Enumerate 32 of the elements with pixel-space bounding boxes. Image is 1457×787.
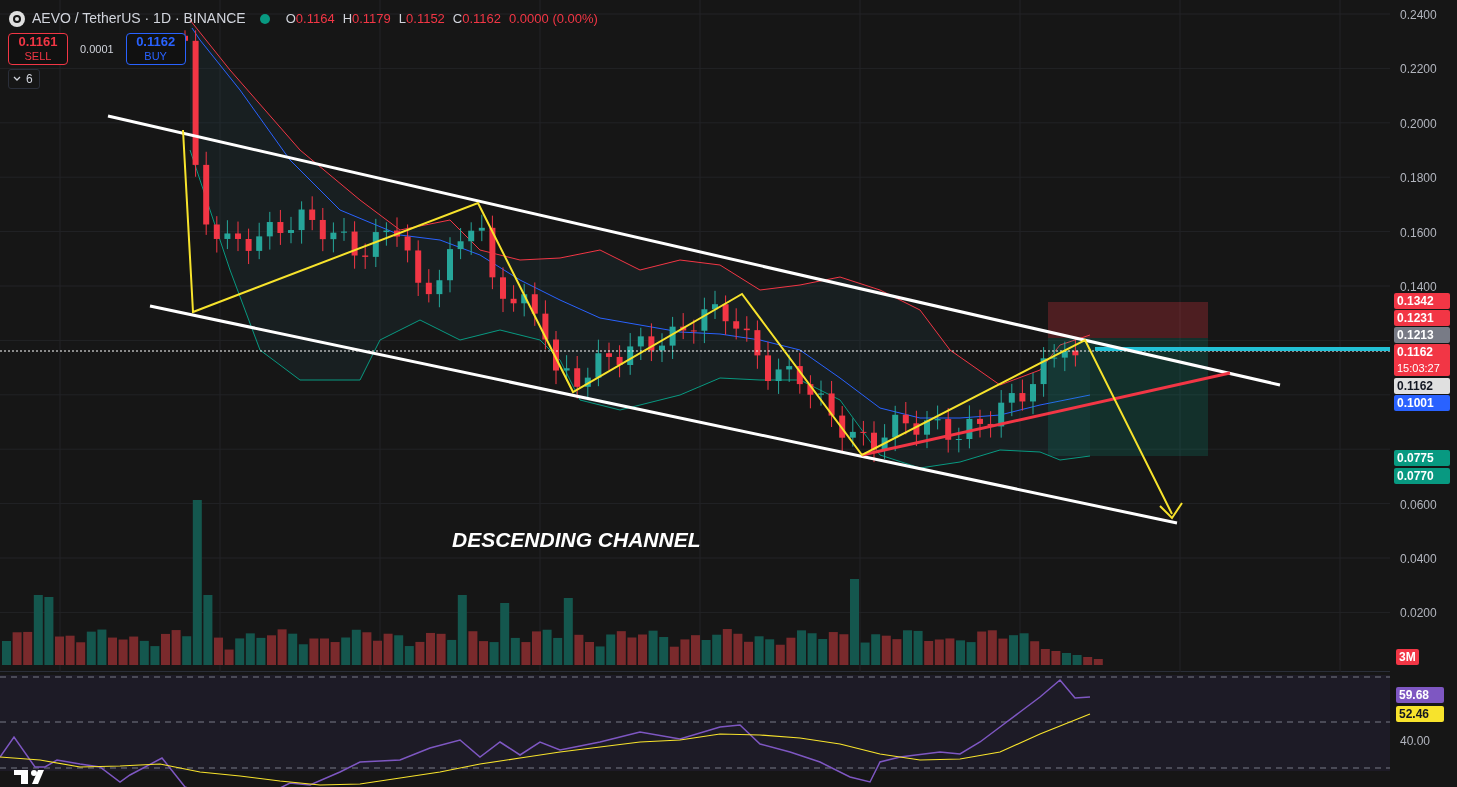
ohlc-value: H0.1179 bbox=[342, 9, 391, 28]
indicators-toggle[interactable]: 6 bbox=[8, 69, 40, 89]
price-badge: 0.1162 15:03:27 bbox=[1394, 344, 1450, 376]
price-badge: 0.0770 bbox=[1394, 468, 1450, 484]
price-axis-label: 0.0600 bbox=[1400, 496, 1437, 514]
price-badge: 0.1213 bbox=[1394, 327, 1450, 343]
rsi-axis-label: 40.00 bbox=[1400, 733, 1431, 750]
symbol-title[interactable]: AEVO / TetherUS · 1D · BINANCE bbox=[32, 8, 246, 29]
ohlc-value: O0.1164 bbox=[285, 9, 335, 28]
ohlc-value: C0.1162 bbox=[452, 9, 502, 28]
price-axis-label: 0.1600 bbox=[1400, 224, 1437, 242]
price-badge: 0.0775 bbox=[1394, 450, 1450, 466]
price-axis-label: 0.1800 bbox=[1400, 170, 1437, 188]
spread-value: 0.0001 bbox=[79, 41, 115, 57]
rsi-value-badge: 52.46 bbox=[1396, 706, 1444, 722]
price-axis-label: 0.2000 bbox=[1400, 115, 1437, 133]
price-axis-label: 0.2200 bbox=[1400, 61, 1437, 79]
price-badge: 0.1162 bbox=[1394, 378, 1450, 394]
price-badge: 0.1231 bbox=[1394, 310, 1450, 326]
volume-badge: 3M bbox=[1396, 649, 1419, 665]
price-axis-label: 0.1400 bbox=[1400, 279, 1437, 296]
buy-button[interactable]: 0.1162 BUY bbox=[125, 33, 186, 65]
ohlc-value: L0.1152 bbox=[398, 9, 445, 28]
price-axis-label: 0.2400 bbox=[1400, 7, 1437, 24]
price-change: 0.0000 (0.00%) bbox=[509, 9, 598, 28]
chart-annotation-text: DESCENDING CHANNEL bbox=[452, 527, 701, 553]
rsi-value-badge: 59.68 bbox=[1396, 687, 1444, 703]
price-axis-label: 0.0200 bbox=[1400, 605, 1437, 623]
price-axis-label: 0.0400 bbox=[1400, 551, 1437, 568]
price-badge: 0.1342 bbox=[1394, 293, 1450, 309]
sell-button[interactable]: 0.1161 SELL bbox=[8, 33, 68, 65]
price-badge: 0.1001 bbox=[1394, 395, 1450, 411]
